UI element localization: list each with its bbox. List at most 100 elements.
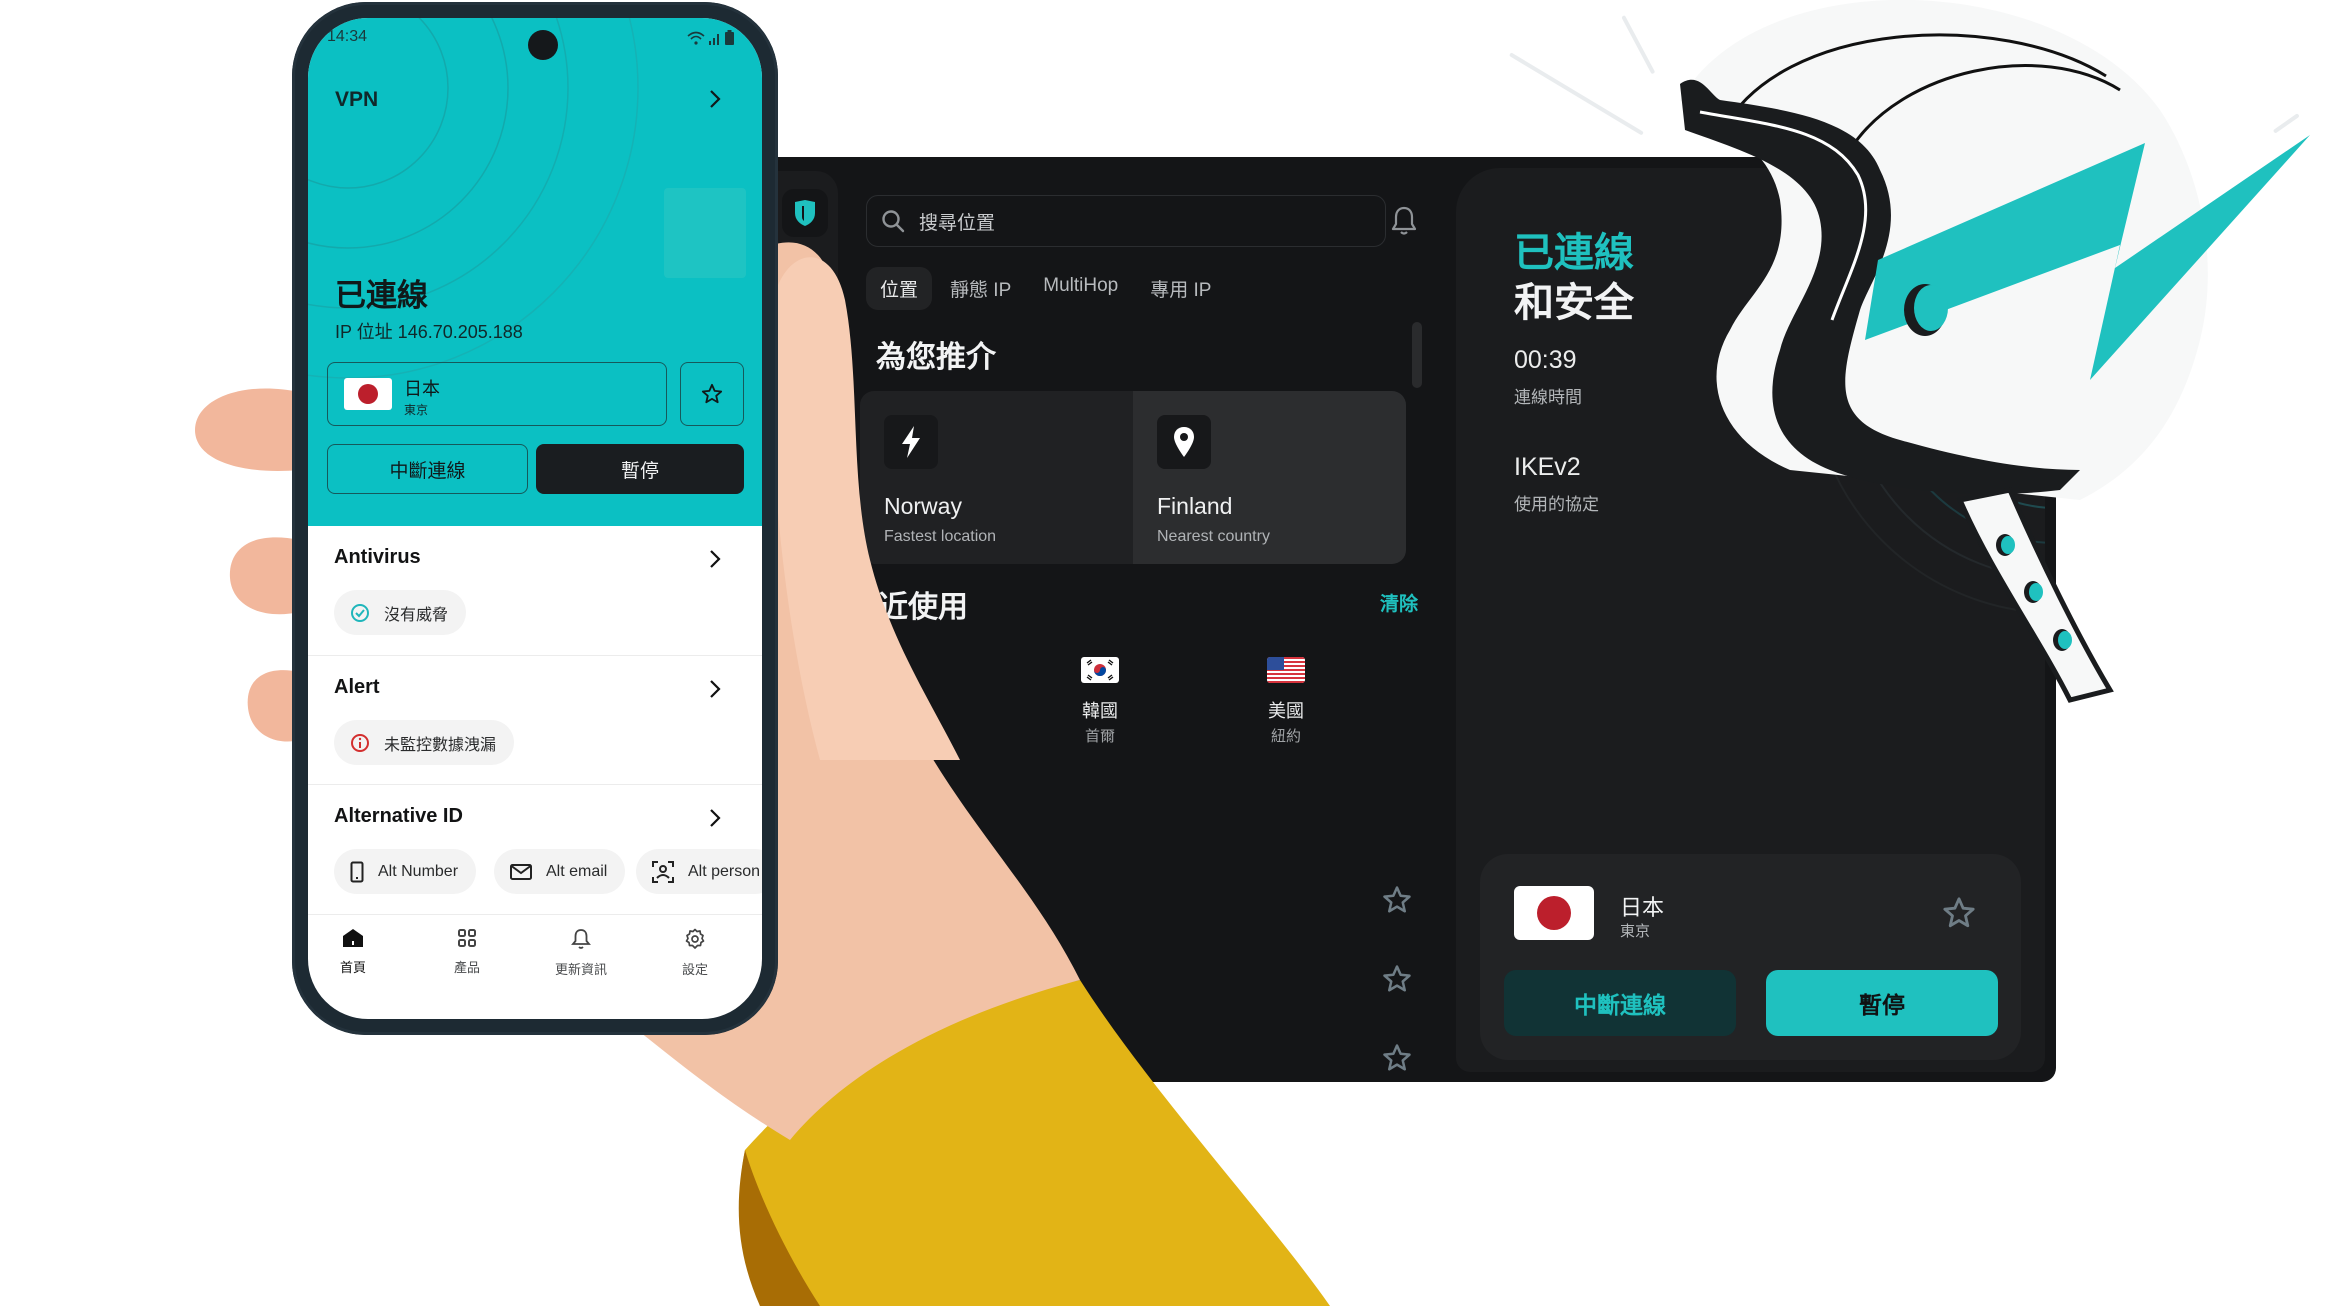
chip-label: Alt Number — [378, 862, 459, 880]
nav-item-products[interactable]: 產品 — [422, 928, 512, 976]
recommended-card-fastest[interactable]: Norway Fastest location — [860, 391, 1133, 564]
face-scan-icon — [652, 860, 674, 883]
nav-item-settings[interactable]: 設定 — [650, 928, 740, 978]
current-location-card: 日本 東京 中斷連線 暫停 — [1480, 854, 2021, 1060]
search-icon — [882, 210, 905, 233]
location-selector[interactable]: 日本 東京 — [327, 362, 667, 426]
japan-flag-icon — [1514, 886, 1594, 940]
recent-city: 紐約 — [1270, 728, 1301, 745]
shield-icon — [795, 200, 815, 226]
vpn-header: 14:34 VPN 已連線 IP 位址 146.70.205.188 日本 東京… — [308, 18, 762, 526]
recommended-list: Norway Fastest location Finland Nearest … — [860, 391, 1406, 564]
grid-icon — [458, 929, 476, 947]
alert-section[interactable]: Alert 未監控數據洩漏 — [308, 656, 762, 785]
section-title: Antivirus — [334, 546, 421, 568]
favorite-location-button[interactable] — [680, 362, 744, 426]
recent-city: 首爾 — [1084, 728, 1115, 745]
disconnect-button[interactable]: 中斷連線 — [1504, 970, 1736, 1036]
chip-label: 未監控數據洩漏 — [384, 736, 497, 754]
sidebar-item-vpn[interactable] — [782, 189, 828, 237]
disconnect-button[interactable]: 中斷連線 — [327, 444, 528, 494]
chip-label: Alt email — [546, 862, 608, 880]
alt-person-chip[interactable]: Alt person — [636, 849, 762, 894]
location-tabs: 位置 靜態 IP MultiHop 專用 IP — [866, 267, 1225, 310]
notifications-button[interactable] — [1390, 205, 1418, 242]
star-icon — [1383, 886, 1411, 913]
spark-line — [1508, 52, 1644, 136]
desktop-app-window: 搜尋位置 位置 靜態 IP MultiHop 專用 IP 為您推介 Norway… — [778, 157, 2056, 1082]
current-country: 日本 — [1620, 895, 1665, 920]
tab-multihop[interactable]: MultiHop — [1029, 267, 1132, 310]
shield-placeholder — [664, 188, 746, 278]
bell-icon — [1391, 206, 1417, 235]
signal-icon — [709, 34, 719, 45]
alert-status-chip: 未監控數據洩漏 — [334, 720, 515, 765]
chevron-right-icon — [708, 548, 722, 575]
star-icon — [1943, 897, 1975, 928]
recommended-sub: Fastest location — [884, 528, 997, 545]
alt-number-chip[interactable]: Alt Number — [334, 849, 477, 894]
tab-dedicated-ip[interactable]: 專用 IP — [1136, 267, 1225, 310]
tab-static-ip[interactable]: 靜態 IP — [936, 267, 1025, 310]
chevron-right-icon — [710, 90, 721, 108]
antivirus-status-chip: 沒有威脅 — [334, 590, 467, 635]
phone-screen: 14:34 VPN 已連線 IP 位址 146.70.205.188 日本 東京… — [308, 18, 762, 1019]
phone-icon — [350, 861, 364, 882]
vpn-title: VPN — [335, 88, 379, 111]
desktop-sidebar — [778, 171, 838, 1071]
nav-label: 產品 — [453, 960, 480, 975]
info-circle-icon — [351, 733, 369, 752]
chevron-right-icon — [708, 678, 722, 705]
favorite-star-button[interactable] — [1382, 964, 1412, 999]
recommended-name: Finland — [1157, 493, 1233, 519]
recent-country: 韓國 — [1082, 701, 1118, 721]
connection-duration: 00:39 — [1514, 346, 1577, 374]
spark-line — [1621, 15, 1656, 75]
gear-icon — [685, 928, 705, 949]
status-title-secure: 和安全 — [1514, 281, 1634, 325]
pin-icon — [1157, 415, 1211, 469]
status-icons — [687, 30, 734, 45]
clear-recent-button[interactable]: 清除 — [1380, 589, 1418, 616]
recent-item-korea[interactable]: 韓國 首爾 — [1050, 657, 1150, 746]
nav-label: 首頁 — [339, 960, 366, 975]
location-city: 東京 — [404, 403, 429, 417]
alternative-id-section[interactable]: Alternative ID Alt Number Alt email Alt … — [308, 785, 762, 915]
ip-address: IP 位址 146.70.205.188 — [335, 322, 523, 342]
scrollbar[interactable] — [1412, 322, 1422, 388]
location-country: 日本 — [404, 379, 440, 399]
alt-email-chip[interactable]: Alt email — [494, 849, 626, 894]
star-icon — [1383, 1044, 1411, 1071]
nav-item-home[interactable]: 首頁 — [308, 928, 398, 976]
status-title-connected: 已連線 — [1514, 231, 1634, 275]
recent-heading: 最近使用 — [848, 591, 968, 624]
nav-label: 更新資訊 — [554, 962, 607, 977]
pause-button[interactable]: 暫停 — [536, 444, 744, 494]
nav-label: 設定 — [681, 962, 708, 977]
recent-item-usa[interactable]: 美國 紐約 — [1236, 657, 1336, 746]
tab-locations[interactable]: 位置 — [866, 267, 933, 310]
wifi-icon — [687, 31, 705, 45]
recommended-card-nearest[interactable]: Finland Nearest country — [1133, 391, 1406, 564]
antivirus-section[interactable]: Antivirus 沒有威脅 — [308, 526, 762, 656]
protocol-label: 使用的協定 — [1514, 495, 1599, 514]
mail-icon — [510, 863, 532, 880]
connection-status-panel: 已連線 和安全 00:39 連線時間 1 IKEv2 使用的協定 日本 東京 中… — [1456, 168, 2045, 1072]
recommended-heading: 為您推介 — [876, 341, 996, 374]
phone-device: 14:34 VPN 已連線 IP 位址 146.70.205.188 日本 東京… — [292, 2, 778, 1035]
partial-stat-value: 1 — [1836, 356, 1850, 384]
front-camera — [528, 30, 558, 60]
pause-button[interactable]: 暫停 — [1766, 970, 1998, 1036]
nav-item-updates[interactable]: 更新資訊 — [536, 928, 626, 978]
favorite-star-button[interactable] — [1382, 1043, 1412, 1078]
search-input[interactable]: 搜尋位置 — [866, 195, 1386, 247]
vpn-details-button[interactable] — [708, 88, 722, 115]
bolt-icon — [884, 415, 938, 469]
search-placeholder: 搜尋位置 — [919, 212, 996, 234]
radar-rings-decoration — [1810, 168, 2045, 614]
favorite-current-button[interactable] — [1942, 896, 1976, 935]
recommended-sub: Nearest country — [1157, 528, 1270, 545]
japan-flag-icon — [344, 378, 392, 410]
current-city: 東京 — [1620, 923, 1651, 940]
favorite-star-button[interactable] — [1382, 885, 1412, 920]
